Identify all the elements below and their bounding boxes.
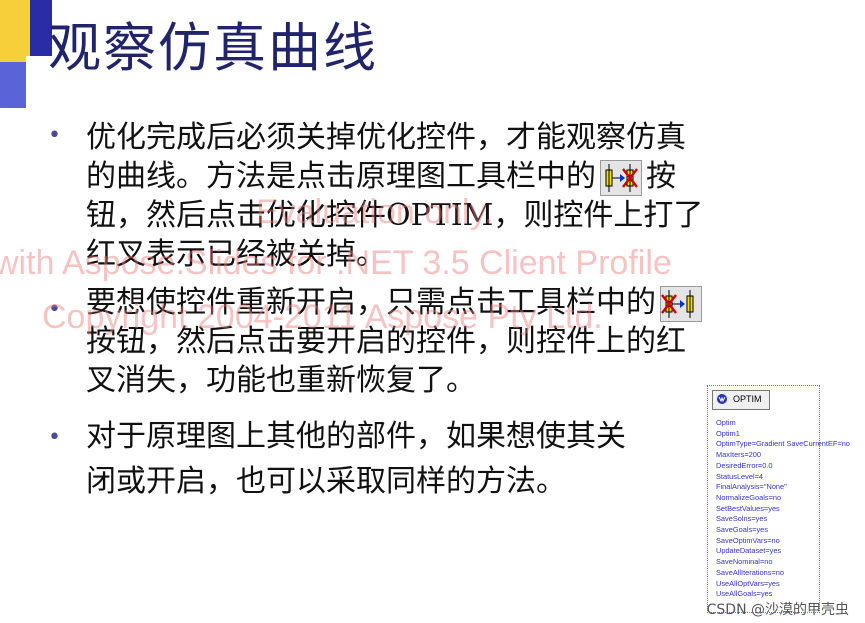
- bullet-marker: [48, 297, 61, 322]
- optim-param: OptimType=Gradient SaveCurrentEF=no: [716, 439, 850, 449]
- bullet-2-line-3: 叉消失，功能也重新恢复了。: [86, 363, 476, 398]
- bullet-2-line-2: 按钮，然后点击要开启的控件，则控件上的红: [86, 324, 686, 359]
- bullet-marker: [48, 123, 61, 148]
- optim-param: SaveOptimVars=no: [716, 535, 780, 545]
- bullet-3-line-1: 对于原理图上其他的部件，如果想使其关: [86, 419, 626, 454]
- optim-param: SaveAllIterations=no: [716, 567, 784, 577]
- bullet-1-line-2-tail: 按: [646, 159, 676, 194]
- optim-param: Optim: [716, 418, 736, 427]
- optim-param: MaxIters=200: [716, 450, 761, 460]
- bullet-1-line-2: 的曲线。方法是点击原理图工具栏中的 按: [86, 157, 676, 196]
- optim-header: OPTIM: [712, 390, 770, 410]
- bullet-1-line-1: 优化完成后必须关掉优化控件，才能观察仿真: [86, 120, 686, 155]
- optim-param: StatusLevel=4: [716, 471, 764, 481]
- bullet-marker: [48, 425, 61, 450]
- optim-param: SetBestValues=yes: [716, 503, 780, 513]
- optim-parameter-list: Optim Optim1 OptimType=Gradient SaveCurr…: [716, 418, 850, 600]
- bullet-1-line-4: 红叉表示已经被关掉。: [86, 237, 386, 272]
- optim-component-panel: OPTIM Optim Optim1 OptimType=Gradient Sa…: [707, 385, 850, 613]
- optim-param: DesiredError=0.0: [716, 460, 773, 470]
- optim-param: SaveGoals=yes: [716, 525, 768, 535]
- activate-component-icon: [660, 286, 702, 322]
- bullet-1-line-2-text: 的曲线。方法是点击原理图工具栏中的: [86, 159, 596, 194]
- optim-param: FinalAnalysis="None": [716, 482, 787, 492]
- optim-header-label: OPTIM: [733, 394, 762, 404]
- optim-param: SaveSolns=yes: [716, 514, 768, 524]
- optim-param: SaveNominal=no: [716, 557, 773, 567]
- slide-title: 观察仿真曲线: [48, 18, 378, 79]
- optim-param: UpdateDataset=yes: [716, 546, 782, 556]
- optim-icon: [717, 394, 727, 404]
- bullet-2-line-1: 要想使控件重新开启，只需点击工具栏中的: [86, 283, 706, 322]
- bullet-3-line-2: 闭或开启，也可以采取同样的方法。: [86, 464, 566, 499]
- bullet-1-line-3: 钮，然后点击优化控件OPTIM，则控件上打了: [86, 198, 704, 233]
- optim-param: NormalizeGoals=no: [716, 492, 782, 502]
- optim-param: Optim1: [716, 428, 740, 438]
- deactivate-component-icon: [600, 160, 642, 196]
- bullet-2-line-1-text: 要想使控件重新开启，只需点击工具栏中的: [86, 285, 656, 320]
- decor-yellow-block: [0, 0, 30, 62]
- optim-param: UseAllOptVars=yes: [716, 578, 780, 588]
- source-credit: CSDN @沙漠的甲壳虫: [706, 602, 849, 618]
